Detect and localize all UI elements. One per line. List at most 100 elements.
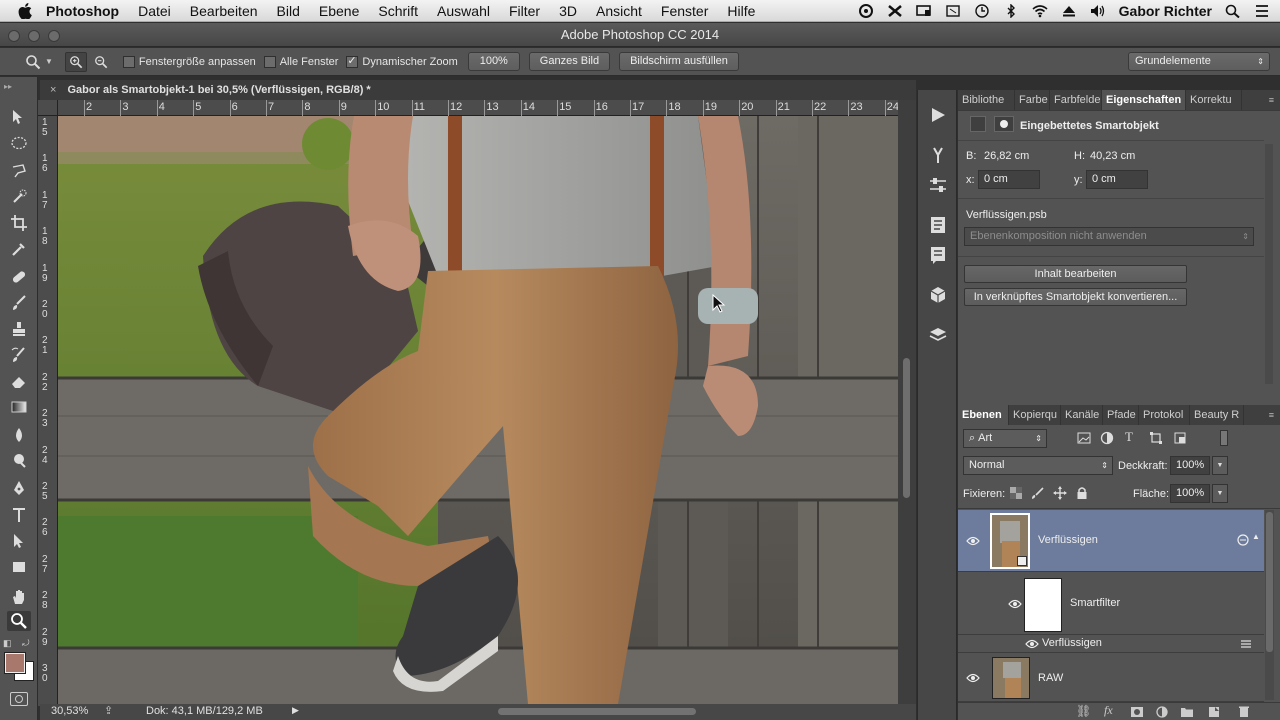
scissors-icon[interactable] (945, 4, 961, 18)
share-icon[interactable]: ⇪ (104, 704, 113, 717)
tab-channels[interactable]: Kanäle (1061, 405, 1103, 425)
menu-bearbeiten[interactable]: Bearbeiten (190, 3, 258, 19)
actions-play-icon[interactable] (928, 106, 948, 124)
edit-contents-button[interactable]: Inhalt bearbeiten (964, 265, 1187, 283)
clone-stamp-tool[interactable] (7, 319, 31, 339)
collapse-effects-icon[interactable]: ▲ (1252, 532, 1260, 541)
layer-comp-select[interactable]: Ebenenkomposition nicht anwenden ⇕ (964, 227, 1254, 246)
notification-center-icon[interactable] (1254, 4, 1270, 18)
layers-scrollbar[interactable] (1265, 510, 1274, 700)
all-windows-check[interactable] (263, 55, 276, 68)
pen-tool[interactable] (7, 479, 31, 499)
ruler-origin[interactable] (38, 100, 58, 116)
tab-properties[interactable]: Eigenschaften (1102, 90, 1186, 110)
menu-fenster[interactable]: Fenster (661, 3, 708, 19)
status-menu-arrow-icon[interactable]: ▶ (292, 705, 299, 716)
fit-window-check[interactable] (122, 55, 135, 68)
add-mask-icon[interactable] (1130, 706, 1144, 718)
filter-type-icon[interactable]: T (1125, 429, 1133, 445)
filter-row-verfluessigen[interactable]: Verflüssigen (958, 635, 1264, 653)
horizontal-scroll-thumb[interactable] (498, 708, 696, 715)
foreground-color-swatch[interactable] (4, 652, 26, 674)
y-input[interactable]: 0 cm (1086, 170, 1148, 189)
character-panel-icon[interactable] (928, 216, 948, 234)
x-input[interactable]: 0 cm (978, 170, 1040, 189)
screen-mirroring-icon[interactable] (887, 4, 903, 18)
fit-screen-button[interactable]: Ganzes Bild (528, 52, 611, 71)
close-document-icon[interactable]: × (50, 84, 56, 96)
new-layer-icon[interactable] (1208, 706, 1220, 718)
eyedropper-tool[interactable] (7, 239, 31, 259)
bluetooth-icon[interactable] (1003, 3, 1019, 18)
properties-panel-menu-icon[interactable]: ≡ (1269, 90, 1274, 110)
crop-tool[interactable] (7, 213, 31, 233)
layers-scroll-thumb[interactable] (1266, 512, 1273, 652)
filter-smart-object-icon[interactable] (1173, 431, 1187, 445)
smartfilter-visibility-eye-icon[interactable] (1008, 599, 1022, 609)
menu-app[interactable]: Photoshop (46, 3, 119, 19)
filter-adjustment-icon[interactable] (1100, 431, 1114, 445)
healing-brush-tool[interactable] (7, 267, 31, 287)
vertical-scroll-thumb[interactable] (903, 358, 910, 498)
zoom-in-mode-button[interactable] (64, 51, 87, 72)
apple-icon[interactable] (18, 2, 32, 19)
lock-transparent-pixels-icon[interactable] (1010, 487, 1022, 499)
type-tool[interactable] (7, 505, 31, 525)
horizontal-ruler[interactable]: 2 3 4 5 6 7 8 9 10 11 12 13 14 15 16 17 18 19 20 21 22 23 24 (58, 100, 899, 116)
new-group-icon[interactable] (1180, 706, 1194, 718)
smart-filter-indicator-icon[interactable] (1236, 534, 1250, 546)
document-tab[interactable]: × Gabor als Smartobjekt-1 bei 30,5% (Ver… (40, 80, 916, 100)
zoom-window-button[interactable] (48, 30, 60, 42)
tab-adjustments[interactable]: Korrektu (1186, 90, 1242, 110)
layer-style-fx-icon[interactable]: fx (1104, 703, 1113, 718)
tab-history[interactable]: Protokol (1139, 405, 1190, 425)
quick-mask-button[interactable] (10, 692, 28, 706)
display-icon[interactable] (915, 4, 932, 18)
lock-position-icon[interactable] (1053, 486, 1067, 500)
properties-scrollbar[interactable] (1265, 144, 1273, 384)
fill-slider-button[interactable]: ▼ (1212, 484, 1228, 503)
raw-layer-name[interactable]: RAW (1038, 672, 1063, 684)
dynamic-zoom-check[interactable] (346, 54, 359, 68)
menu-schrift[interactable]: Schrift (378, 3, 418, 19)
wifi-icon[interactable] (1032, 4, 1048, 18)
eraser-tool[interactable] (7, 371, 31, 391)
quick-select-tool[interactable] (7, 187, 31, 207)
tab-layers[interactable]: Ebenen (958, 405, 1009, 425)
height-value[interactable]: 40,23 cm (1090, 150, 1135, 162)
raw-visibility-eye-icon[interactable] (966, 673, 980, 683)
swap-colors-icon[interactable]: ⤾ (22, 638, 30, 649)
fill-input[interactable]: 100% (1170, 484, 1210, 503)
link-layers-icon[interactable]: ⛓ (1076, 704, 1091, 718)
tool-preset-chevron-icon[interactable]: ▼ (45, 57, 53, 66)
adjustments-icon[interactable] (928, 176, 948, 194)
filter-pixel-icon[interactable] (1077, 431, 1091, 445)
menu-datei[interactable]: Datei (138, 3, 171, 19)
rectangle-tool[interactable] (7, 557, 31, 577)
blur-tool[interactable] (7, 425, 31, 445)
lasso-tool[interactable] (7, 161, 31, 181)
close-window-button[interactable] (8, 30, 20, 42)
hand-tool[interactable] (7, 587, 31, 607)
time-machine-icon[interactable] (974, 3, 990, 18)
tab-paths[interactable]: Pfade (1103, 405, 1139, 425)
canvas-vertical-scrollbar[interactable] (898, 100, 916, 704)
layer-row-smartfilter[interactable]: Smartfilter (958, 573, 1264, 635)
default-colors-icon[interactable]: ◧ (3, 638, 12, 649)
layer-filter-kind-select[interactable]: ⌕ Art ⇕ (963, 429, 1047, 448)
brush-presets-icon[interactable] (928, 146, 948, 164)
tab-clone-source[interactable]: Kopierqu (1009, 405, 1061, 425)
paragraph-panel-icon[interactable] (928, 246, 948, 264)
zoom-out-mode-button[interactable] (91, 52, 111, 72)
vertical-ruler[interactable]: 1 5 1 6 1 7 1 8 1 9 2 0 2 1 2 2 2 3 2 4 2 5 2 6 2 7 2… (38, 116, 58, 706)
tab-beauty-retouch[interactable]: Beauty R (1190, 405, 1244, 425)
layers-panel-icon[interactable] (928, 326, 948, 344)
layers-panel-menu-icon[interactable]: ≡ (1269, 405, 1274, 425)
opacity-input[interactable]: 100% (1170, 456, 1210, 475)
minimize-window-button[interactable] (28, 30, 40, 42)
all-windows-checkbox[interactable]: Alle Fenster (263, 55, 338, 68)
fill-screen-button[interactable]: Bildschirm ausfüllen (619, 52, 739, 71)
zoom-tool[interactable] (7, 611, 31, 631)
menu-hilfe[interactable]: Hilfe (727, 3, 755, 19)
marquee-tool[interactable] (7, 133, 31, 153)
